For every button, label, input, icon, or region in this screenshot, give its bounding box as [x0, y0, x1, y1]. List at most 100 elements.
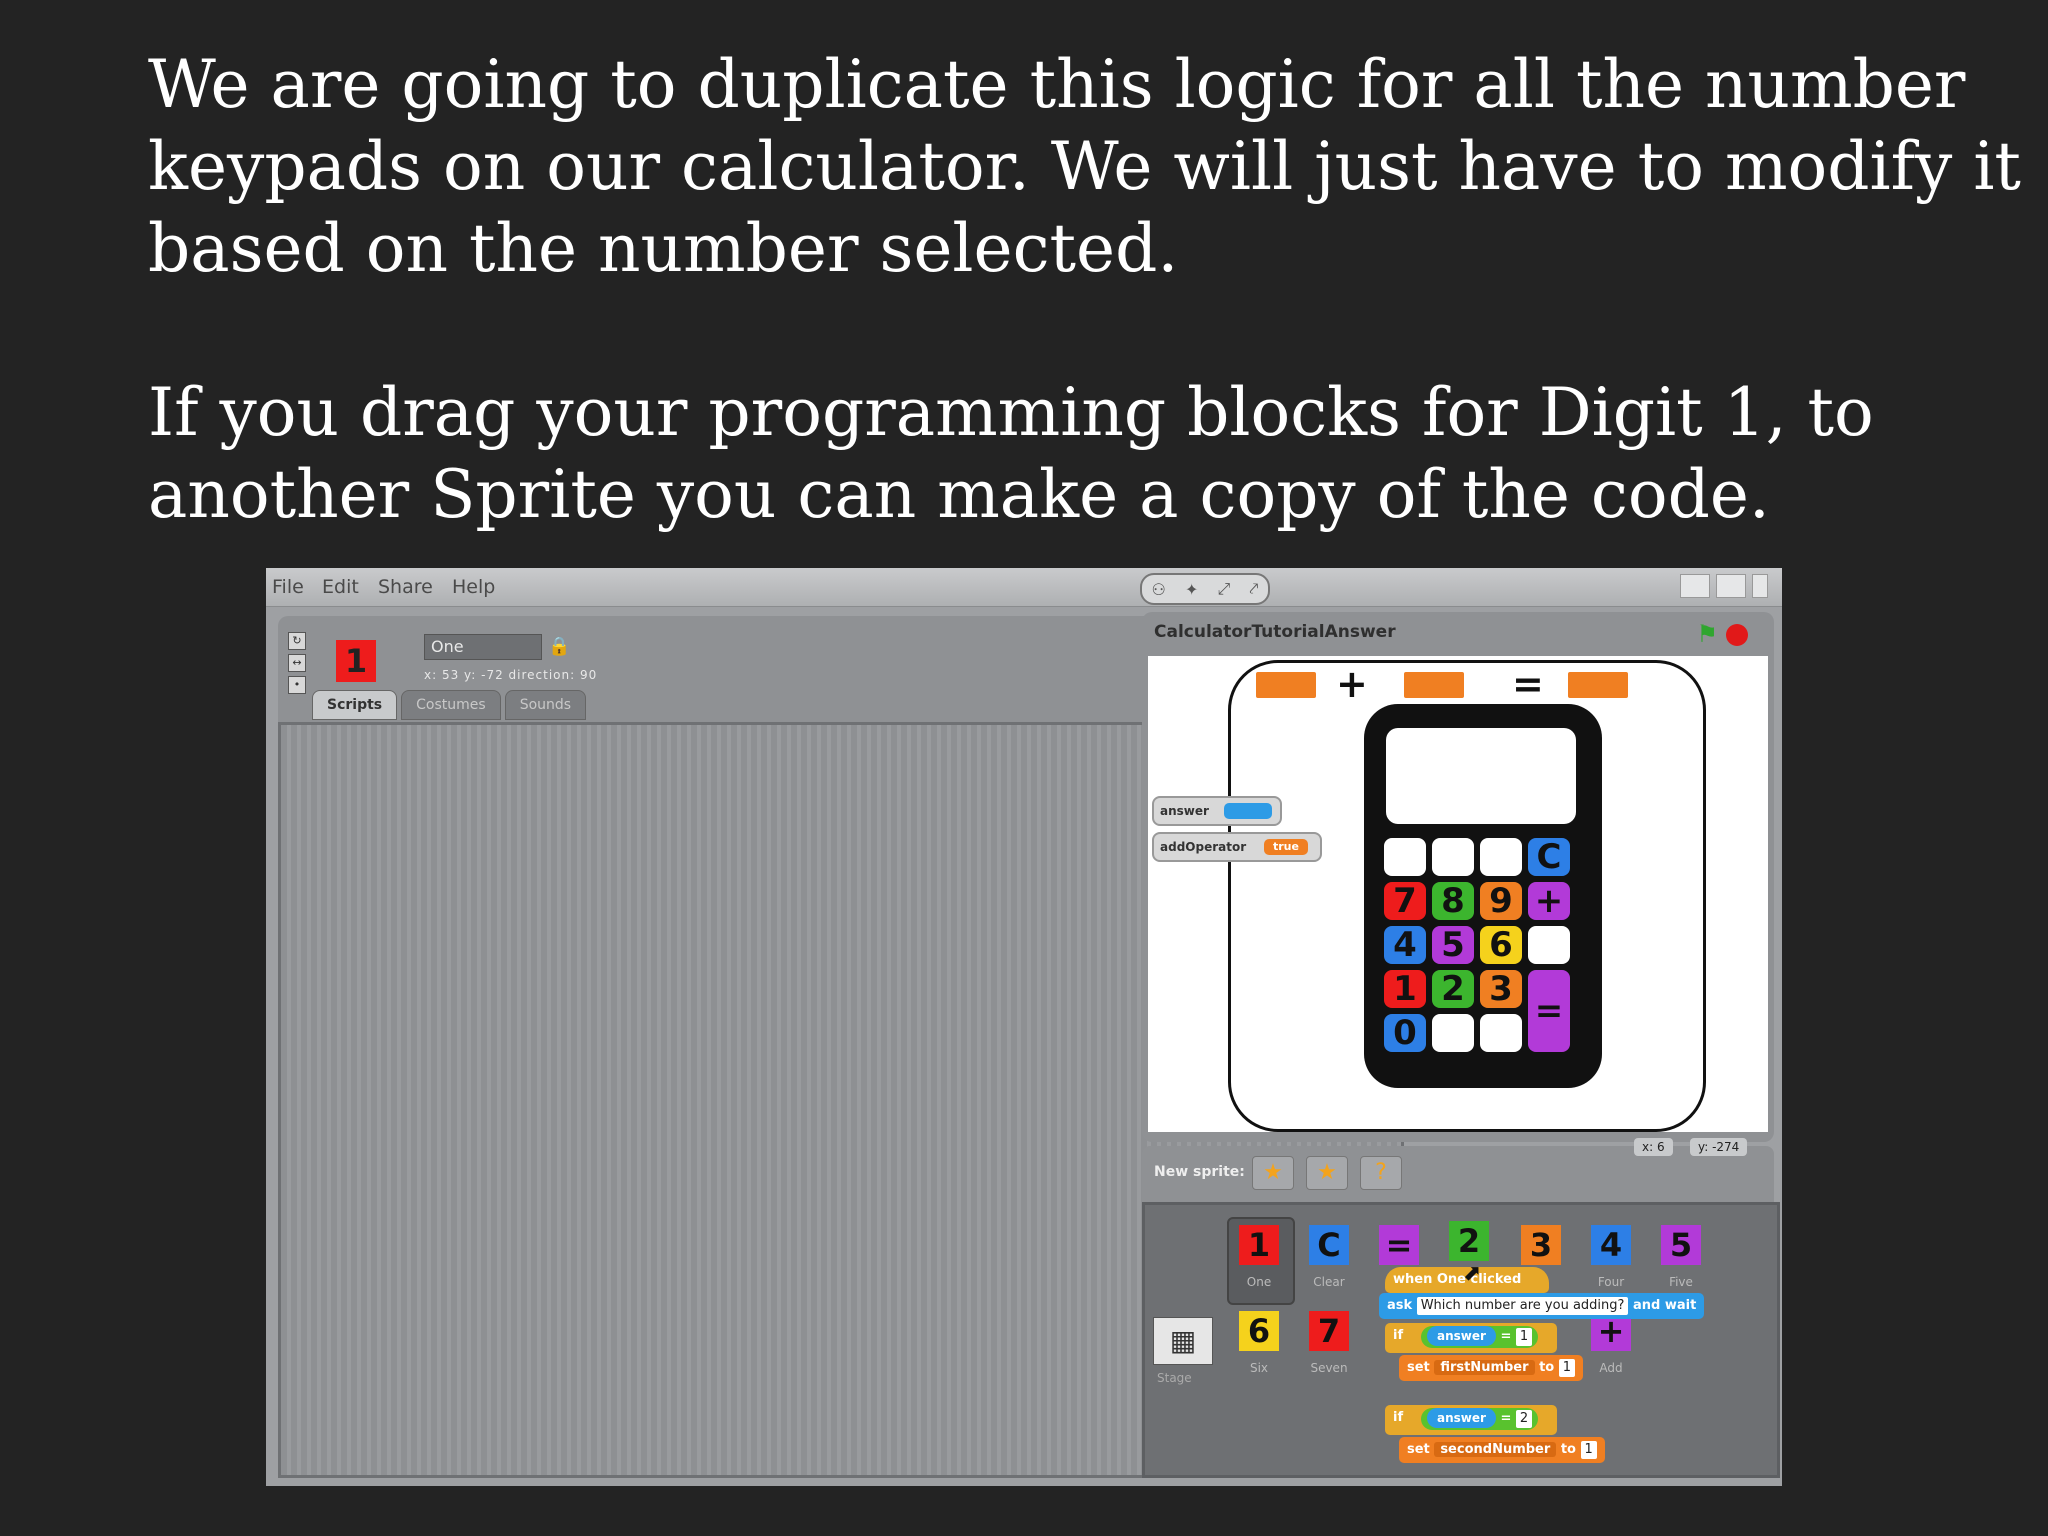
rotate-icon[interactable]: ↻ [288, 632, 306, 650]
no-rotate-icon[interactable]: • [288, 676, 306, 694]
sprite-label-seven: Seven [1310, 1361, 1348, 1375]
stop-icon[interactable] [1726, 624, 1748, 646]
equals-condition[interactable]: answer = 1 [1421, 1326, 1539, 1348]
value-field[interactable]: 1 [1515, 1328, 1533, 1346]
set-label: set [1407, 1360, 1430, 1375]
value-field[interactable]: 2 [1515, 1410, 1533, 1428]
view-modes [1680, 574, 1768, 598]
menu-file[interactable]: File [272, 576, 304, 598]
ask-block[interactable]: ask Which number are you adding? and wai… [1379, 1293, 1705, 1319]
paragraph-1: We are going to duplicate this logic for… [148, 46, 2021, 287]
blank-key[interactable] [1528, 926, 1570, 964]
key-clear[interactable]: C [1528, 838, 1570, 876]
key-equals[interactable]: = [1528, 970, 1570, 1052]
paint-sprite-icon[interactable]: ★ [1252, 1156, 1294, 1190]
if-label: if [1393, 1410, 1404, 1425]
if-block-2[interactable]: if answer = 2 [1385, 1405, 1557, 1435]
sprite-tile-two[interactable]: 2 [1449, 1221, 1489, 1261]
key-2[interactable]: 2 [1432, 970, 1474, 1008]
editor-tabs: Scripts Costumes Sounds [312, 690, 587, 720]
blank-key[interactable] [1480, 1014, 1522, 1052]
sprite-tile-three[interactable]: 3 [1521, 1225, 1561, 1265]
monitor-label: answer [1160, 804, 1209, 818]
menu-edit[interactable]: Edit [322, 576, 359, 598]
project-title: CalculatorTutorialAnswer [1154, 622, 1396, 642]
key-5[interactable]: 5 [1432, 926, 1474, 964]
answer-reporter: answer [1427, 1326, 1496, 1346]
sprite-label-one: One [1246, 1275, 1272, 1289]
blank-key[interactable] [1480, 838, 1522, 876]
set-label: set [1407, 1442, 1430, 1457]
sprite-list: ▦ Stage 1 One C Clear = 2 3 4 Four 5 Fiv… [1142, 1202, 1780, 1478]
key-1[interactable]: 1 [1384, 970, 1426, 1008]
duplicate-icon[interactable]: ⚇ [1152, 580, 1166, 599]
monitor-value: true [1264, 839, 1308, 855]
value-field[interactable]: 1 [1558, 1359, 1576, 1377]
blank-key[interactable] [1384, 838, 1426, 876]
key-8[interactable]: 8 [1432, 882, 1474, 920]
ask-label: ask [1387, 1298, 1413, 1313]
sprite-label-clear: Clear [1313, 1275, 1345, 1289]
to-label: to [1539, 1360, 1555, 1375]
scratch-window: File Edit Share Help ⚇ ✦ ⤢ ⤤ ↻ ↔ • 1 One… [266, 568, 1782, 1486]
key-6[interactable]: 6 [1480, 926, 1522, 964]
sprite-tile-six[interactable]: 6 [1239, 1311, 1279, 1351]
delete-icon[interactable]: ✦ [1185, 580, 1198, 599]
grow-icon[interactable]: ⤢ [1217, 579, 1230, 599]
shrink-icon[interactable]: ⤤ [1249, 579, 1258, 599]
surprise-sprite-icon[interactable]: ? [1360, 1156, 1402, 1190]
sprite-tile-clear[interactable]: C [1309, 1225, 1349, 1265]
sprite-coordinates: x: 53 y: -72 direction: 90 [424, 668, 598, 682]
mouse-y: y: -274 [1690, 1138, 1748, 1156]
tab-costumes[interactable]: Costumes [401, 690, 501, 720]
key-3[interactable]: 3 [1480, 970, 1522, 1008]
sprite-label-six: Six [1249, 1361, 1269, 1375]
stage[interactable]: + = answer addOperator true C 7 8 9 + 4 … [1148, 656, 1768, 1132]
variable-dropdown[interactable]: secondNumber [1434, 1442, 1557, 1457]
monitor-label: addOperator [1160, 840, 1247, 854]
set-first-number-block[interactable]: set firstNumber to 1 [1399, 1355, 1584, 1381]
plus-sign: + [1336, 662, 1368, 706]
mouse-x: x: 6 [1634, 1138, 1673, 1156]
menu-share[interactable]: Share [378, 576, 433, 598]
stage-panel: CalculatorTutorialAnswer ⚑ + = answer ad… [1142, 612, 1774, 1142]
key-plus[interactable]: + [1528, 882, 1570, 920]
calculator-body: C 7 8 9 + 4 5 6 1 2 3 = 0 [1364, 704, 1602, 1088]
variable-dropdown[interactable]: firstNumber [1434, 1360, 1535, 1375]
blank-key[interactable] [1432, 1014, 1474, 1052]
value-field[interactable]: 1 [1580, 1441, 1597, 1459]
set-second-number-block[interactable]: set secondNumber to 1 [1399, 1437, 1605, 1463]
key-0[interactable]: 0 [1384, 1014, 1426, 1052]
ask-question-field[interactable]: Which number are you adding? [1416, 1297, 1629, 1315]
sprite-tile-four[interactable]: 4 [1591, 1225, 1631, 1265]
calculator-display [1386, 728, 1576, 824]
stage-thumbnail-icon[interactable]: ▦ [1153, 1317, 1213, 1365]
normal-stage-icon[interactable] [1716, 574, 1746, 598]
second-number-box [1404, 672, 1464, 698]
sprite-name-field[interactable]: One [424, 634, 542, 660]
equals-condition[interactable]: answer = 2 [1421, 1408, 1539, 1430]
answer-reporter: answer [1427, 1408, 1496, 1428]
key-4[interactable]: 4 [1384, 926, 1426, 964]
sprite-tile-equals[interactable]: = [1379, 1225, 1419, 1265]
tab-sounds[interactable]: Sounds [504, 690, 587, 720]
lock-icon[interactable]: 🔒 [548, 636, 570, 657]
flip-icon[interactable]: ↔ [288, 654, 306, 672]
sprite-tile-five[interactable]: 5 [1661, 1225, 1701, 1265]
menu-help[interactable]: Help [452, 576, 495, 598]
sprite-label-five: Five [1669, 1275, 1693, 1289]
equation-row: + = [1256, 662, 1676, 706]
sprite-tile-one[interactable]: 1 [1239, 1225, 1279, 1265]
paragraph-2: If you drag your programming blocks for … [148, 374, 1874, 533]
key-9[interactable]: 9 [1480, 882, 1522, 920]
sprite-tile-seven[interactable]: 7 [1309, 1311, 1349, 1351]
green-flag-icon[interactable]: ⚑ [1696, 620, 1718, 648]
tab-scripts[interactable]: Scripts [312, 690, 398, 720]
choose-sprite-icon[interactable]: ★ [1306, 1156, 1348, 1190]
presentation-mode-icon[interactable] [1752, 574, 1768, 598]
small-stage-icon[interactable] [1680, 574, 1710, 598]
if-block-1[interactable]: if answer = 1 [1385, 1323, 1557, 1353]
blank-key[interactable] [1432, 838, 1474, 876]
key-7[interactable]: 7 [1384, 882, 1426, 920]
equals-sign: = [1512, 662, 1544, 706]
